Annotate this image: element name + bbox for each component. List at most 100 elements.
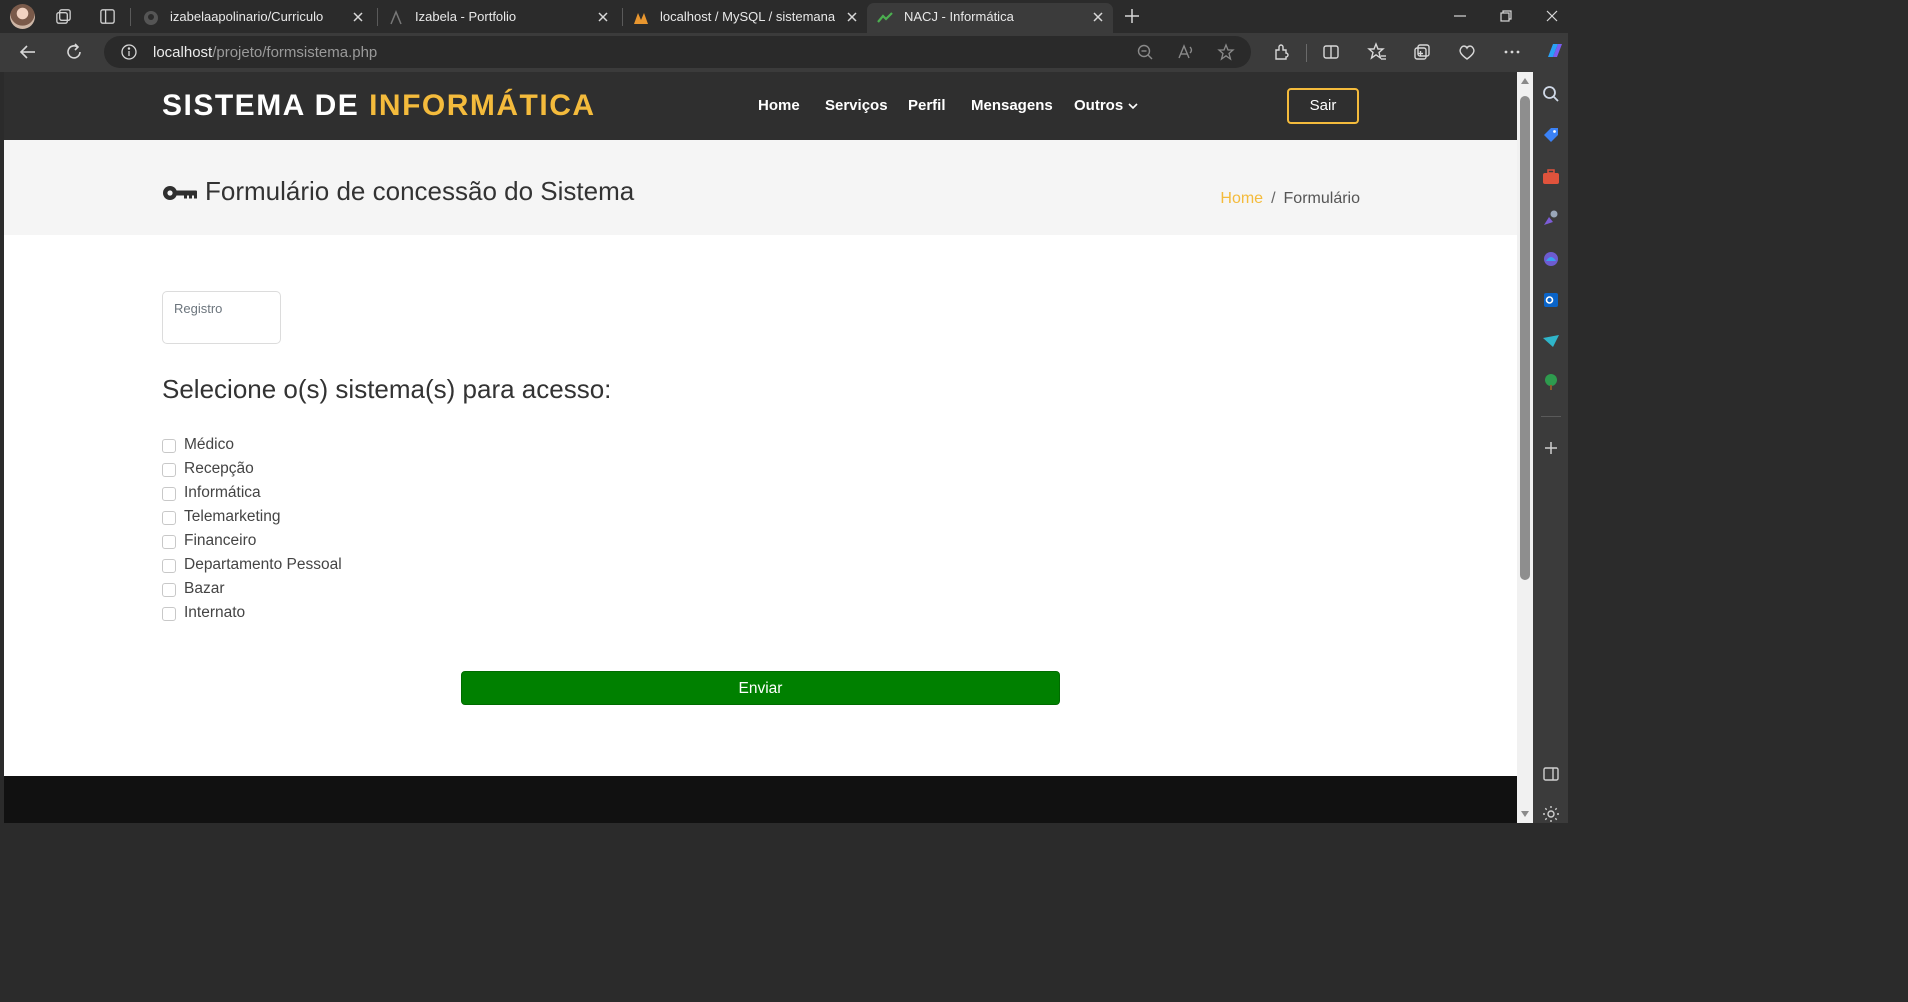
address-bar[interactable]: localhost/projeto/formsistema.php [104, 36, 1251, 68]
page-title: Formulário de concessão do Sistema [205, 176, 635, 206]
checkbox-bazar[interactable] [162, 583, 176, 597]
breadcrumb-separator: / [1271, 190, 1276, 207]
nav-mensagens[interactable]: Mensagens [971, 97, 1053, 114]
close-icon[interactable] [845, 10, 859, 24]
workspaces-icon[interactable] [54, 7, 73, 26]
key-icon [163, 186, 197, 200]
zoom-out-icon[interactable] [1136, 43, 1154, 61]
checkbox-medico[interactable] [162, 439, 176, 453]
scroll-up-arrow[interactable] [1521, 78, 1529, 84]
tab-nacj-active[interactable]: NACJ - Informática [867, 3, 1113, 33]
checkbox-label: Informática [184, 484, 261, 501]
checkbox-label: Médico [184, 436, 234, 453]
new-tab-icon[interactable] [1122, 6, 1142, 26]
tab-title: Izabela - Portfolio [415, 9, 517, 24]
edge-sidebar [1533, 72, 1568, 823]
tree-icon[interactable] [1541, 372, 1561, 392]
extensions-icon[interactable] [1272, 42, 1292, 62]
nacj-icon [877, 12, 893, 23]
checkbox-label: Departamento Pessoal [184, 556, 342, 573]
nav-home[interactable]: Home [758, 97, 800, 114]
browser-tab-strip: izabelaapolinario/Curriculo Izabela - Po… [0, 0, 1568, 33]
close-icon[interactable] [351, 10, 365, 24]
browser-essentials-icon[interactable] [1457, 42, 1477, 62]
hide-sidebar-icon[interactable] [1541, 764, 1561, 784]
refresh-icon[interactable] [64, 42, 84, 62]
window-close-icon[interactable] [1544, 8, 1560, 24]
scroll-down-arrow[interactable] [1521, 811, 1529, 817]
submit-button[interactable]: Enviar [461, 671, 1060, 705]
logo-main-text: SISTEMA DE [162, 89, 370, 122]
tab-phpmyadmin[interactable]: localhost / MySQL / sistemanacj [623, 3, 867, 33]
site-footer [4, 776, 1517, 823]
tab-curriculo[interactable]: izabelaapolinario/Curriculo [133, 3, 373, 33]
search-icon[interactable] [1541, 84, 1561, 104]
logout-button[interactable]: Sair [1287, 88, 1359, 124]
favorites-icon[interactable] [1367, 42, 1387, 62]
profile-avatar[interactable] [10, 4, 35, 29]
tab-title: NACJ - Informática [904, 9, 1014, 24]
registro-field[interactable]: Registro [162, 291, 281, 344]
copilot-sidebar-icon[interactable] [1541, 249, 1561, 269]
checkbox-label: Recepção [184, 460, 254, 477]
read-aloud-icon[interactable] [1177, 43, 1195, 61]
url-host: localhost [153, 44, 213, 61]
minimize-icon[interactable] [1452, 8, 1468, 24]
shopping-tag-icon[interactable] [1541, 125, 1561, 145]
registro-label: Registro [174, 301, 223, 316]
checkbox-label: Bazar [184, 580, 225, 597]
checkbox-label: Financeiro [184, 532, 257, 549]
breadcrumb-current: Formulário [1283, 190, 1360, 207]
breadcrumb-home[interactable]: Home [1220, 190, 1263, 207]
checkbox-internato[interactable] [162, 607, 176, 621]
page-viewport: SISTEMA DE INFORMÁTICA Home Serviços Per… [4, 72, 1517, 823]
vertical-tabs-icon[interactable] [98, 7, 117, 26]
add-icon[interactable] [1541, 438, 1561, 458]
tab-title: localhost / MySQL / sistemanacj [660, 9, 835, 24]
toolbar-divider [1306, 44, 1307, 62]
tab-title: izabelaapolinario/Curriculo [170, 9, 324, 24]
close-icon[interactable] [596, 10, 610, 24]
close-icon[interactable] [1091, 10, 1105, 24]
tools-briefcase-icon[interactable] [1541, 167, 1561, 187]
favorite-star-icon[interactable] [1217, 43, 1235, 61]
checkbox-label: Internato [184, 604, 246, 621]
tab-separator [130, 8, 131, 26]
chevron-down-icon[interactable] [1127, 101, 1139, 111]
drop-send-icon[interactable] [1541, 331, 1561, 351]
back-icon[interactable] [18, 42, 38, 62]
github-icon [144, 11, 158, 25]
settings-gear-icon[interactable] [1541, 804, 1561, 824]
scroll-thumb[interactable] [1520, 96, 1530, 580]
page-title-bar: Formulário de concessão do Sistema Home /… [4, 140, 1517, 235]
copilot-icon[interactable] [1544, 40, 1566, 62]
tab-portfolio[interactable]: Izabela - Portfolio [378, 3, 618, 33]
restore-icon[interactable] [1498, 8, 1514, 24]
checkbox-informatica[interactable] [162, 487, 176, 501]
outlook-icon[interactable] [1541, 290, 1561, 310]
section-heading: Selecione o(s) sistema(s) para acesso: [162, 374, 612, 404]
site-header: SISTEMA DE INFORMÁTICA Home Serviços Per… [4, 72, 1517, 140]
site-info-icon[interactable] [120, 43, 138, 61]
site-logo[interactable]: SISTEMA DE INFORMÁTICA [162, 89, 596, 123]
logo-accent-text: INFORMÁTICA [369, 89, 596, 122]
url-text: localhost/projeto/formsistema.php [153, 44, 377, 61]
browser-toolbar: localhost/projeto/formsistema.php [0, 33, 1568, 72]
sidebar-divider [1541, 416, 1561, 417]
checkbox-financeiro[interactable] [162, 535, 176, 549]
games-icon[interactable] [1541, 208, 1561, 228]
split-screen-icon[interactable] [1321, 42, 1341, 62]
checkbox-label: Telemarketing [184, 508, 281, 525]
checkbox-telemarketing[interactable] [162, 511, 176, 525]
more-options-icon[interactable] [1502, 42, 1522, 62]
nav-perfil[interactable]: Perfil [908, 97, 946, 114]
page-scrollbar[interactable] [1517, 72, 1533, 823]
breadcrumb: Home / Formulário [1220, 190, 1360, 208]
collections-icon[interactable] [1412, 42, 1432, 62]
checkbox-recepcao[interactable] [162, 463, 176, 477]
phpmyadmin-icon [634, 13, 648, 24]
nav-outros[interactable]: Outros [1074, 97, 1123, 114]
checkbox-departamento-pessoal[interactable] [162, 559, 176, 573]
nav-servicos[interactable]: Serviços [825, 97, 888, 114]
url-path: /projeto/formsistema.php [212, 44, 378, 61]
